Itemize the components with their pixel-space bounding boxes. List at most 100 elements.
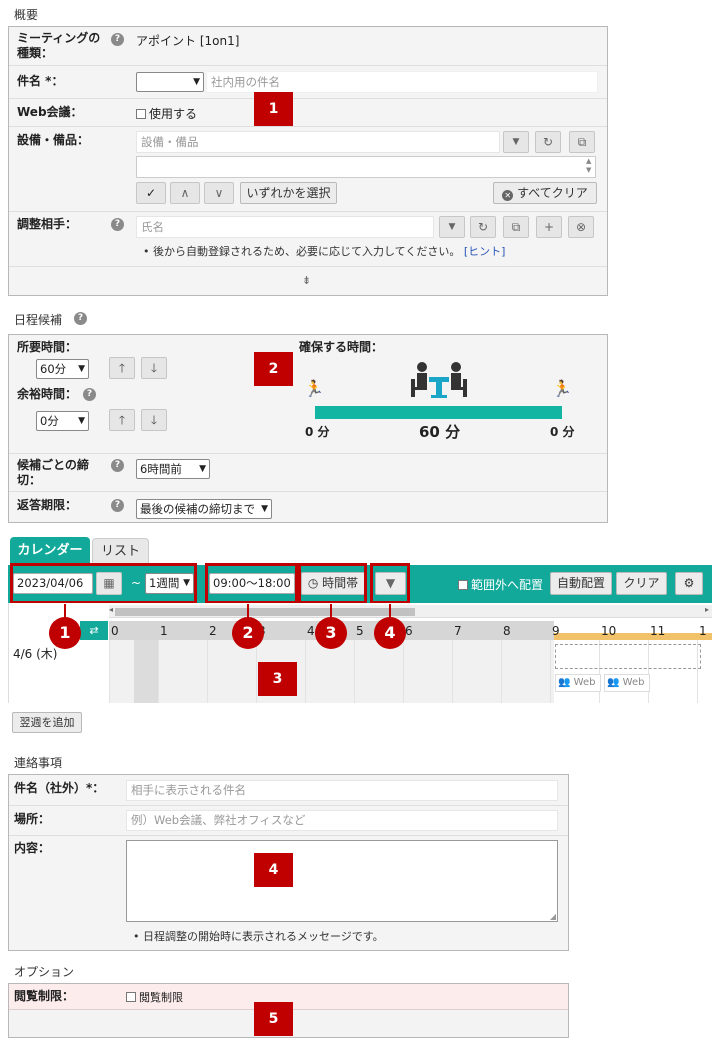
hour-tick-label: 9 bbox=[552, 624, 560, 638]
hour-gridline bbox=[354, 640, 355, 703]
help-icon[interactable]: ? bbox=[83, 388, 96, 401]
ext-subject-input[interactable]: 相手に表示される件名 bbox=[126, 780, 558, 801]
hour-tick-label: 11 bbox=[650, 624, 666, 638]
hour-tick-label: 1 bbox=[699, 624, 707, 638]
buffer-up-button[interactable]: 🡑 bbox=[109, 409, 135, 431]
content-textarea[interactable]: ◢ bbox=[126, 840, 558, 922]
clear-all-button[interactable]: ✕ すべてクリア bbox=[493, 182, 597, 204]
web-option-label: 使用する bbox=[149, 107, 198, 121]
list-scroll-icon[interactable]: ▲ ▼ bbox=[586, 157, 591, 175]
callout-2: 2 bbox=[232, 617, 264, 649]
day-label: 4/6 (木) bbox=[13, 647, 58, 661]
gear-icon[interactable]: ⚙ bbox=[675, 572, 703, 595]
location-input[interactable]: 例）Web会議、弊社オフィスなど bbox=[126, 810, 558, 831]
partner-input[interactable]: 氏名 bbox=[136, 216, 434, 238]
hour-gridline bbox=[501, 640, 502, 703]
hour-tick-label: 2 bbox=[209, 624, 217, 638]
partner-dropdown-button[interactable]: ▼ bbox=[439, 216, 465, 238]
help-icon[interactable]: ? bbox=[111, 33, 124, 46]
web-label: Web会議： bbox=[17, 105, 83, 119]
marker-2: 2 bbox=[254, 352, 293, 386]
hour-gridline bbox=[550, 640, 551, 703]
web-meeting-tag: 👥 Web bbox=[555, 674, 601, 692]
marker-3: 3 bbox=[258, 662, 297, 696]
add-next-week-button[interactable]: 翌週を追加 bbox=[12, 712, 82, 733]
web-meeting-tag: 👥 Web bbox=[604, 674, 650, 692]
reply-label: 返答期限： bbox=[17, 498, 78, 512]
view-restriction-checkbox[interactable]: 閲覧制限 bbox=[126, 989, 183, 1005]
partner-copy-icon[interactable]: ⧉ bbox=[503, 216, 529, 238]
hour-tick-label: 10 bbox=[601, 624, 617, 638]
equipment-copy-icon[interactable]: ⧉ bbox=[569, 131, 595, 153]
options-title: オプション bbox=[14, 965, 75, 979]
hour-gridline bbox=[452, 640, 453, 703]
content-label: 内容： bbox=[14, 841, 51, 855]
check-all-button[interactable]: ✓ bbox=[136, 182, 166, 204]
hour-tick-label: 4 bbox=[307, 624, 315, 638]
overview-title: 概要 bbox=[14, 8, 39, 22]
ext-subject-label: 件名（社外）*： bbox=[14, 781, 105, 795]
help-icon[interactable]: ? bbox=[111, 218, 124, 231]
equipment-input[interactable]: 設備・備品 bbox=[136, 131, 500, 153]
schedule-panel: 所要時間： 60分 ▼ 🡑 🡓 余裕時間： ? 0分 ▼ 🡑 🡓 確保する時間： 🏃 bbox=[8, 334, 608, 523]
location-label: 場所： bbox=[14, 812, 51, 826]
clear-button[interactable]: クリア bbox=[616, 572, 667, 595]
marker-5: 5 bbox=[254, 1002, 293, 1036]
partner-note: • 後から自動登録されるため、必要に応じて入力してください。 [ヒント] bbox=[143, 245, 506, 258]
callout-box-3 bbox=[298, 563, 367, 604]
swap-icon[interactable]: ⇄ bbox=[80, 621, 108, 640]
resize-handle-icon[interactable]: ◢ bbox=[550, 912, 556, 921]
duration-up-button[interactable]: 🡑 bbox=[109, 357, 135, 379]
horizontal-scrollbar[interactable]: ◂ ▸ bbox=[109, 605, 712, 618]
hour-gridline bbox=[109, 640, 110, 703]
content-note: • 日程調整の開始時に表示されるメッセージです。 bbox=[133, 930, 384, 943]
help-icon[interactable]: ? bbox=[111, 499, 124, 512]
partner-refresh-icon[interactable]: ↻ bbox=[470, 216, 496, 238]
deadline-select[interactable]: 6時間前 ▼ bbox=[136, 459, 210, 479]
schedule-title: 日程候補 bbox=[14, 313, 63, 327]
calendar-grid: ◂ ▸ ⇄ 012345678910111 4/6 (木) 👥 Web 👥 We… bbox=[8, 603, 712, 703]
tab-calendar[interactable]: カレンダー bbox=[10, 537, 90, 565]
marker-4: 4 bbox=[254, 853, 293, 887]
equipment-list-box[interactable] bbox=[136, 156, 596, 178]
equipment-refresh-icon[interactable]: ↻ bbox=[535, 131, 561, 153]
callout-4: 4 bbox=[374, 617, 406, 649]
web-checkbox[interactable]: 使用する bbox=[136, 105, 197, 122]
help-icon[interactable]: ? bbox=[111, 459, 124, 472]
buffer-select[interactable]: 0分 ▼ bbox=[36, 411, 89, 431]
auto-place-button[interactable]: 自動配置 bbox=[550, 572, 612, 595]
subject-prefix-select[interactable]: ▼ bbox=[136, 72, 204, 92]
hint-link[interactable]: [ヒント] bbox=[464, 245, 506, 258]
hour-tick-label: 5 bbox=[356, 624, 364, 638]
secure-time-label: 確保する時間： bbox=[299, 340, 384, 354]
duration-select[interactable]: 60分 ▼ bbox=[36, 359, 89, 379]
move-up-button[interactable]: ∧ bbox=[170, 182, 200, 204]
duration-down-button[interactable]: 🡓 bbox=[141, 357, 167, 379]
people-icon: 👥 bbox=[607, 677, 620, 688]
meeting-type-label: ミーティングの種類： bbox=[17, 31, 101, 60]
people-icon: 👥 bbox=[558, 677, 571, 688]
subject-input[interactable]: 社内用の件名 bbox=[206, 71, 598, 93]
hour-tick-label: 6 bbox=[405, 624, 413, 638]
partner-remove-icon[interactable]: ⊗ bbox=[568, 216, 594, 238]
meeting-people-icon bbox=[409, 361, 469, 404]
help-icon[interactable]: ? bbox=[74, 312, 87, 325]
time-slot[interactable] bbox=[555, 644, 701, 669]
hour-gridline bbox=[158, 640, 159, 703]
hour-gridline bbox=[305, 640, 306, 703]
right-buffer-minutes: 0 分 bbox=[550, 425, 575, 439]
tab-list[interactable]: リスト bbox=[92, 538, 149, 565]
running-person-icon: 🏃 bbox=[552, 379, 572, 398]
hour-tick-label: 1 bbox=[160, 624, 168, 638]
out-of-range-checkbox[interactable]: 範囲外へ配置 bbox=[458, 576, 543, 593]
expand-icon[interactable]: ⇟ bbox=[302, 274, 311, 287]
partner-label: 調整相手： bbox=[17, 217, 78, 231]
meeting-type-value: アポイント [1on1] bbox=[136, 34, 240, 48]
contact-title: 連絡事項 bbox=[14, 756, 63, 770]
select-any-button[interactable]: いずれかを選択 bbox=[240, 182, 337, 204]
partner-add-icon[interactable]: + bbox=[536, 216, 562, 238]
equipment-dropdown-button[interactable]: ▼ bbox=[503, 131, 529, 153]
move-down-button[interactable]: ∨ bbox=[204, 182, 234, 204]
buffer-down-button[interactable]: 🡓 bbox=[141, 409, 167, 431]
reply-select[interactable]: 最後の候補の締切まで ▼ bbox=[136, 499, 272, 519]
